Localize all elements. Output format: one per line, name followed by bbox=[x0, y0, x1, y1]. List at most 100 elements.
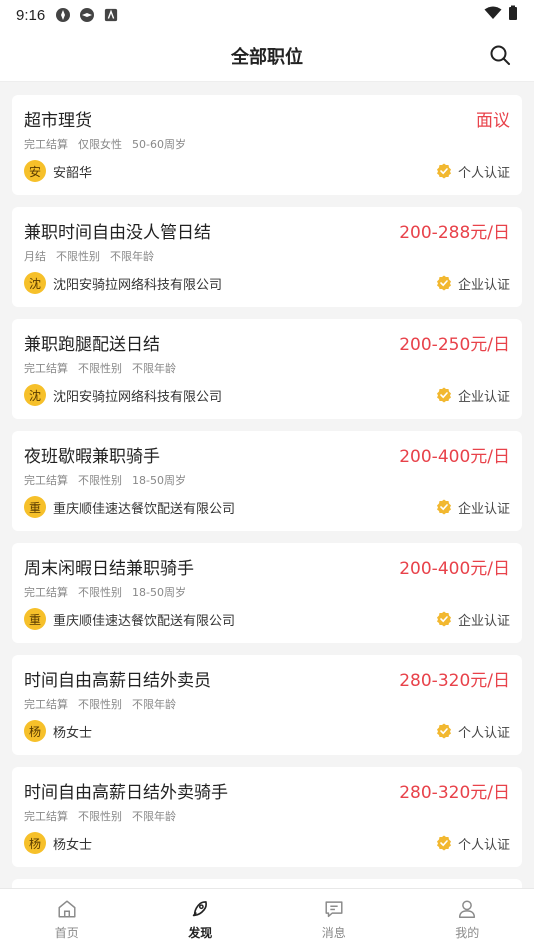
job-tag: 完工结算 bbox=[24, 810, 68, 823]
publisher-avatar: 重 bbox=[24, 608, 46, 630]
job-tags: 完工结算 仅限女性 50-60周岁 bbox=[24, 135, 510, 153]
job-tags: 完工结算 不限性别 18-50周岁 bbox=[24, 471, 510, 489]
status-bar: 9:16 bbox=[0, 0, 534, 30]
job-title: 兼职跑腿配送日结 bbox=[24, 334, 160, 355]
job-card[interactable]: 兼职时间自由没人管日结 200-288元/日 月结 不限性别 不限年龄 沈 沈阳… bbox=[12, 207, 522, 307]
job-tag: 50-60周岁 bbox=[132, 138, 186, 151]
job-tag: 完工结算 bbox=[24, 362, 68, 375]
verified-badge-icon bbox=[436, 275, 451, 291]
verified-badge-icon bbox=[436, 611, 451, 627]
publisher-name: 沈阳安骑拉网络科技有限公司 bbox=[53, 389, 223, 405]
job-tag: 不限性别 bbox=[78, 698, 122, 711]
search-icon[interactable] bbox=[488, 43, 512, 67]
job-salary: 200-400元/日 bbox=[399, 558, 510, 579]
job-tags: 月结 不限性别 不限年龄 bbox=[24, 247, 510, 265]
publisher-avatar: 重 bbox=[24, 496, 46, 518]
publisher-avatar: 沈 bbox=[24, 384, 46, 406]
tab-messages[interactable]: 消息 bbox=[267, 889, 401, 950]
cert-label: 企业认证 bbox=[457, 501, 510, 517]
user-icon bbox=[459, 900, 476, 918]
job-tag: 不限年龄 bbox=[132, 362, 176, 375]
job-tag: 不限性别 bbox=[78, 586, 122, 599]
job-tag: 完工结算 bbox=[24, 586, 68, 599]
job-tags: 完工结算 不限性别 18-50周岁 bbox=[24, 583, 510, 601]
job-tag: 完工结算 bbox=[24, 474, 68, 487]
job-card[interactable]: 夜班歇暇兼职骑手 200-400元/日 完工结算 不限性别 18-50周岁 重 … bbox=[12, 431, 522, 531]
job-tag: 不限年龄 bbox=[132, 810, 176, 823]
tab-label: 发现 bbox=[188, 926, 213, 940]
cert-label: 企业认证 bbox=[457, 613, 510, 629]
verified-badge-icon bbox=[436, 835, 451, 851]
cert-label: 个人认证 bbox=[457, 725, 510, 741]
job-tag: 18-50周岁 bbox=[132, 474, 186, 487]
job-card[interactable]: 时间自由高薪日结外卖骑手 280-320元/日 完工结算 不限性别 不限年龄 杨… bbox=[12, 767, 522, 867]
job-title: 兼职时间自由没人管日结 bbox=[24, 222, 211, 243]
job-tag: 不限年龄 bbox=[132, 698, 176, 711]
publisher-name: 杨女士 bbox=[53, 837, 93, 853]
job-tags: 完工结算 不限性别 不限年龄 bbox=[24, 359, 510, 377]
job-salary: 280-320元/日 bbox=[399, 670, 510, 691]
message-icon bbox=[325, 901, 343, 918]
job-tags: 完工结算 不限性别 不限年龄 bbox=[24, 695, 510, 713]
publisher-name: 重庆顺佳速达餐饮配送有限公司 bbox=[53, 501, 236, 517]
tab-home[interactable]: 首页 bbox=[0, 889, 134, 950]
job-title: 时间自由高薪日结外卖骑手 bbox=[24, 782, 228, 803]
job-tag: 完工结算 bbox=[24, 698, 68, 711]
app-notification-icon bbox=[103, 7, 119, 23]
job-tag: 不限年龄 bbox=[110, 250, 154, 263]
cert-label: 企业认证 bbox=[457, 389, 510, 405]
job-title: 夜班歇暇兼职骑手 bbox=[24, 446, 160, 467]
tab-discover[interactable]: 发现 bbox=[134, 889, 268, 950]
status-time: 9:16 bbox=[16, 6, 46, 24]
publisher-avatar: 安 bbox=[24, 160, 46, 182]
job-salary: 280-320元/日 bbox=[399, 782, 510, 803]
job-tag: 月结 bbox=[24, 250, 46, 263]
home-icon bbox=[58, 900, 76, 918]
tab-label: 首页 bbox=[54, 926, 79, 940]
app-notification-icon bbox=[79, 7, 95, 23]
publisher-avatar: 杨 bbox=[24, 720, 46, 742]
job-title: 时间自由高薪日结外卖员 bbox=[24, 670, 211, 691]
publisher-name: 安韶华 bbox=[53, 165, 93, 181]
job-card[interactable]: 周末闲暇日结兼职骑手 200-400元/日 完工结算 不限性别 18-50周岁 … bbox=[12, 543, 522, 643]
battery-icon bbox=[508, 5, 518, 25]
tab-label: 消息 bbox=[321, 926, 346, 940]
page-header: 全部职位 bbox=[0, 30, 534, 82]
page-title: 全部职位 bbox=[231, 46, 303, 68]
cert-label: 个人认证 bbox=[457, 165, 510, 181]
publisher-name: 杨女士 bbox=[53, 725, 93, 741]
job-salary: 面议 bbox=[476, 110, 510, 131]
verified-badge-icon bbox=[436, 163, 451, 179]
publisher-name: 沈阳安骑拉网络科技有限公司 bbox=[53, 277, 223, 293]
job-salary: 200-400元/日 bbox=[399, 446, 510, 467]
job-tag: 不限性别 bbox=[78, 362, 122, 375]
job-tag: 完工结算 bbox=[24, 138, 68, 151]
job-card-partial[interactable] bbox=[12, 879, 522, 888]
job-card[interactable]: 兼职跑腿配送日结 200-250元/日 完工结算 不限性别 不限年龄 沈 沈阳安… bbox=[12, 319, 522, 419]
bottom-tab-bar: 首页 发现 消息 我的 bbox=[0, 888, 534, 950]
publisher-name: 重庆顺佳速达餐饮配送有限公司 bbox=[53, 613, 236, 629]
job-tag: 仅限女性 bbox=[78, 138, 122, 151]
verified-badge-icon bbox=[436, 499, 451, 515]
tab-profile[interactable]: 我的 bbox=[401, 889, 534, 950]
job-list[interactable]: 超市理货 面议 完工结算 仅限女性 50-60周岁 安 安韶华 个人认证 兼职时… bbox=[0, 82, 534, 888]
job-salary: 200-250元/日 bbox=[399, 334, 510, 355]
cert-label: 企业认证 bbox=[457, 277, 510, 293]
job-title: 超市理货 bbox=[24, 110, 92, 131]
verified-badge-icon bbox=[436, 723, 451, 739]
tab-label: 我的 bbox=[455, 926, 480, 940]
job-card[interactable]: 时间自由高薪日结外卖员 280-320元/日 完工结算 不限性别 不限年龄 杨 … bbox=[12, 655, 522, 755]
job-tag: 不限性别 bbox=[78, 810, 122, 823]
job-card[interactable]: 超市理货 面议 完工结算 仅限女性 50-60周岁 安 安韶华 个人认证 bbox=[12, 95, 522, 195]
app-notification-icon bbox=[55, 7, 71, 23]
job-tag: 18-50周岁 bbox=[132, 586, 186, 599]
cert-label: 个人认证 bbox=[457, 837, 510, 853]
rocket-icon bbox=[193, 901, 208, 917]
job-tag: 不限性别 bbox=[78, 474, 122, 487]
wifi-icon bbox=[484, 6, 502, 24]
job-title: 周末闲暇日结兼职骑手 bbox=[24, 558, 194, 579]
job-tag: 不限性别 bbox=[56, 250, 100, 263]
publisher-avatar: 杨 bbox=[24, 832, 46, 854]
publisher-avatar: 沈 bbox=[24, 272, 46, 294]
verified-badge-icon bbox=[436, 387, 451, 403]
